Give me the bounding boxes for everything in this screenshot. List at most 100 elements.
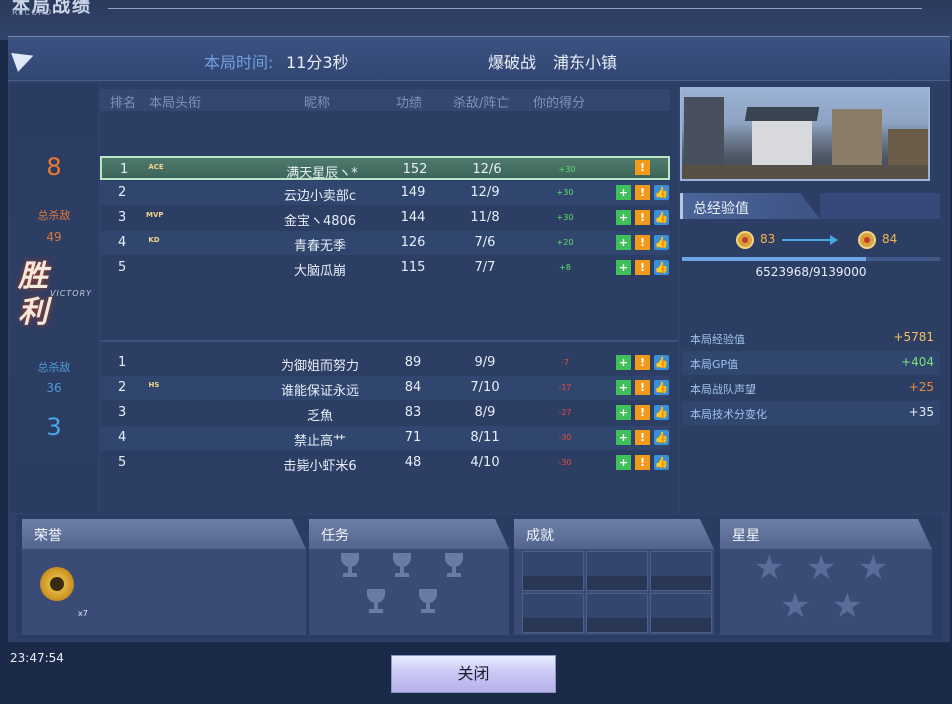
honor-tab[interactable]: 荣誉 <box>22 519 306 549</box>
table-row[interactable]: 2 HS 谁能保证永远 84 7/10 -17 +! 👍 <box>100 376 670 400</box>
rewards-panel: 荣誉 x7 任务 成就 星星 ★ ★ ★ ★ ★ <box>16 515 942 639</box>
player-rank: 1 <box>118 355 127 370</box>
player-nickname[interactable]: 为御姐而努力 <box>250 355 390 374</box>
stars-section: 星星 ★ ★ ★ ★ ★ <box>720 519 932 635</box>
achievement-slot <box>586 551 648 591</box>
title-badge <box>146 355 162 365</box>
player-merit: 83 <box>404 405 422 420</box>
add-friend-button[interactable]: + <box>616 260 631 275</box>
achievement-slot <box>650 593 712 633</box>
medal-icon[interactable] <box>40 567 74 601</box>
add-friend-button[interactable]: + <box>616 455 631 470</box>
exp-tab: 总经验值 <box>680 193 820 219</box>
exp-tab-label: 总经验值 <box>693 201 749 217</box>
add-friend-button[interactable]: + <box>616 355 631 370</box>
report-button[interactable]: ! <box>635 210 650 225</box>
col-rank: 排名 <box>110 96 137 111</box>
bottom-team-kills-label: 总杀敌 <box>37 361 71 374</box>
trophy-icon <box>443 553 465 579</box>
player-nickname[interactable]: 击毙小虾米6 <box>250 455 390 474</box>
player-merit: 71 <box>404 430 422 445</box>
like-button[interactable]: 👍 <box>654 430 669 445</box>
star-icon: ★ <box>858 548 889 588</box>
xp-progress-fill <box>682 257 867 261</box>
col-kd: 杀敌/阵亡 <box>453 96 510 111</box>
trophy-icon <box>365 589 387 615</box>
like-button[interactable]: 👍 <box>654 210 669 225</box>
results-window: 本局时间: 11分3秒 爆破战 浦东小镇 8 总杀敌 49 胜利 VICTORY… <box>8 36 950 642</box>
top-team-kills: 49 <box>46 230 62 244</box>
player-rank: 2 <box>118 185 127 200</box>
report-button[interactable]: ! <box>635 405 650 420</box>
achievement-tab[interactable]: 成就 <box>514 519 714 549</box>
star-icon: ★ <box>806 548 837 588</box>
table-row[interactable]: 3 MVP 金宝ヽ4806 144 11/8 +30 +! 👍 <box>100 206 670 230</box>
column-headers: 排名 本局头衔 昵称 功绩 杀敌/阵亡 你的得分 <box>100 89 670 111</box>
close-button[interactable]: 关闭 <box>391 655 556 693</box>
like-button[interactable]: 👍 <box>654 235 669 250</box>
player-score-gain: -7 <box>561 358 569 367</box>
exp-stat-label: 本局技术分变化 <box>690 408 767 421</box>
add-friend-button[interactable]: + <box>616 235 631 250</box>
add-friend-button[interactable]: + <box>616 430 631 445</box>
report-button[interactable]: ! <box>635 235 650 250</box>
table-row[interactable]: 3 乏魚 83 8/9 -27 +! 👍 <box>100 401 670 425</box>
player-nickname[interactable]: 谁能保证永远 <box>250 380 390 399</box>
record-subtitle: RECORD <box>12 8 53 17</box>
player-nickname[interactable]: 大脑瓜崩 <box>250 260 390 279</box>
team-summary: 8 总杀敌 49 胜利 VICTORY 总杀敌 36 3 <box>10 83 98 513</box>
stars-tab[interactable]: 星星 <box>720 519 932 549</box>
like-button[interactable]: 👍 <box>654 260 669 275</box>
player-score-gain: +8 <box>559 263 571 272</box>
table-row[interactable]: 2 云边小卖部c 149 12/9 +30 +! 👍 <box>100 181 670 205</box>
player-nickname[interactable]: 乏魚 <box>250 405 390 424</box>
player-nickname[interactable]: 云边小卖部c <box>250 185 390 204</box>
player-nickname[interactable]: 金宝ヽ4806 <box>250 210 390 229</box>
report-button[interactable]: ! <box>635 455 650 470</box>
exp-stat-value: +35 <box>908 405 934 419</box>
top-team-score: 8 <box>46 153 62 181</box>
like-button[interactable]: 👍 <box>654 355 669 370</box>
table-row[interactable]: 1 为御姐而努力 89 9/9 -7 +! 👍 <box>100 351 670 375</box>
table-row[interactable]: 1 ACE 满天星辰ヽ* 152 12/6 +30! <box>100 156 670 181</box>
report-button[interactable]: ! <box>635 260 650 275</box>
table-row[interactable]: 5 击毙小虾米6 48 4/10 -30 +! 👍 <box>100 451 670 475</box>
player-nickname[interactable]: 满天星辰ヽ* <box>252 162 392 181</box>
player-score-gain: +30 <box>558 165 576 174</box>
player-nickname[interactable]: 青春无季 <box>250 235 390 254</box>
player-score-gain: -30 <box>558 458 572 467</box>
col-score: 你的得分 <box>533 96 586 111</box>
player-kd: 9/9 <box>474 355 496 370</box>
title-badge <box>146 405 162 415</box>
report-button[interactable]: ! <box>635 430 650 445</box>
add-friend-button[interactable]: + <box>616 380 631 395</box>
table-row[interactable]: 4 KD 青春无季 126 7/6 +20 +! 👍 <box>100 231 670 255</box>
match-time-label: 本局时间: <box>204 53 274 72</box>
game-mode: 爆破战 <box>488 53 537 72</box>
report-button[interactable]: ! <box>635 185 650 200</box>
add-friend-button[interactable]: + <box>616 405 631 420</box>
add-friend-button[interactable]: + <box>616 210 631 225</box>
exp-stat-value: +5781 <box>893 330 934 344</box>
like-button[interactable]: 👍 <box>654 405 669 420</box>
player-kd: 8/11 <box>470 430 500 445</box>
map-preview-image <box>680 87 930 181</box>
report-button[interactable]: ! <box>635 355 650 370</box>
report-button[interactable]: ! <box>635 380 650 395</box>
table-row[interactable]: 4 禁止高艹 71 8/11 -30 +! 👍 <box>100 426 670 450</box>
like-button[interactable]: 👍 <box>654 185 669 200</box>
player-rank: 5 <box>118 260 127 275</box>
like-button[interactable]: 👍 <box>654 380 669 395</box>
report-button[interactable]: ! <box>635 160 650 175</box>
match-time-value: 11分3秒 <box>286 53 349 72</box>
task-tab[interactable]: 任务 <box>309 519 509 549</box>
player-nickname[interactable]: 禁止高艹 <box>250 430 390 449</box>
player-kd: 7/10 <box>470 380 500 395</box>
add-friend-button[interactable]: + <box>616 185 631 200</box>
like-button[interactable]: 👍 <box>654 455 669 470</box>
medal-count: x7 <box>78 609 88 618</box>
title-badge <box>146 185 162 195</box>
top-team-kills-label: 总杀敌 <box>37 209 71 222</box>
title-badge <box>146 455 162 465</box>
table-row[interactable]: 5 大脑瓜崩 115 7/7 +8 +! 👍 <box>100 256 670 280</box>
